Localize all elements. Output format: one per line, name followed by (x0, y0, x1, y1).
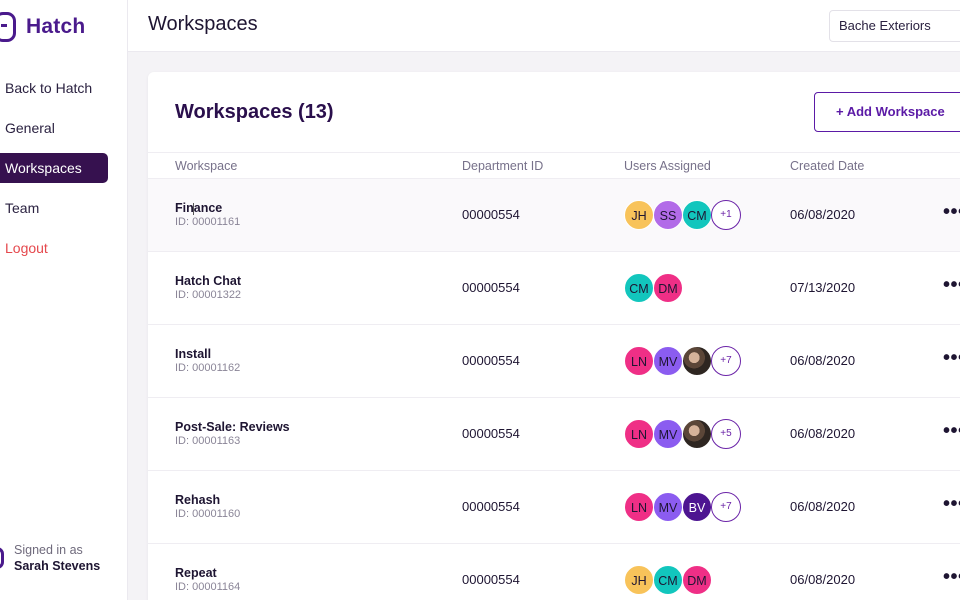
more-users-badge[interactable]: +7 (711, 346, 741, 376)
department-id: 00000554 (462, 426, 520, 441)
signed-in-label: Signed in as (14, 543, 83, 557)
user-photo-avatar (682, 346, 712, 376)
row-menu-icon[interactable]: ••• (943, 347, 960, 370)
table-row[interactable]: Hatch Chat ID: 00001322 00000554 CM DM 07/13/… (148, 252, 960, 325)
table-row[interactable]: Post-Sale: Reviews ID: 00001163 00000554 LN… (148, 398, 960, 471)
user-avatar: JH (624, 200, 654, 230)
user-avatar: LN (624, 419, 654, 449)
column-header-created-date[interactable]: Created Date (790, 159, 864, 173)
user-avatar: MV (653, 346, 683, 376)
sidebar-item-logout[interactable]: Logout (0, 233, 108, 263)
department-id: 00000554 (462, 572, 520, 587)
sidebar: Hatch Back to Hatch General Workspaces T… (0, 0, 128, 600)
created-date: 06/08/2020 (790, 207, 856, 222)
more-users-badge[interactable]: +7 (711, 492, 741, 522)
more-users-badge[interactable]: +5 (711, 419, 741, 449)
workspace-name[interactable]: Install (175, 347, 211, 361)
row-menu-icon[interactable]: ••• (943, 274, 960, 297)
top-bar: Workspaces Bache Exteriors (128, 0, 960, 52)
created-date: 06/08/2020 (790, 499, 856, 514)
user-avatar-icon (0, 547, 4, 569)
workspace-name[interactable]: Hatch Chat (175, 274, 241, 288)
column-header-department-id[interactable]: Department ID (462, 159, 543, 173)
row-menu-icon[interactable]: ••• (943, 201, 960, 224)
users-assigned: LN MV +7 (624, 346, 741, 376)
user-avatar: CM (682, 200, 712, 230)
workspace-id: ID: 00001162 (175, 362, 241, 374)
sidebar-item-team[interactable]: Team (0, 193, 108, 223)
department-id: 00000554 (462, 353, 520, 368)
table-row[interactable]: Repeat ID: 00001164 00000554 JH CM DM 06/08/20… (148, 544, 960, 600)
user-avatar: LN (624, 492, 654, 522)
department-id: 00000554 (462, 499, 520, 514)
users-assigned: CM DM (624, 273, 683, 303)
table-row[interactable]: Install ID: 00001162 00000554 LN MV +7 06/08/2… (148, 325, 960, 398)
sidebar-item-general[interactable]: General (0, 113, 108, 143)
workspace-id: ID: 00001160 (175, 508, 241, 520)
app-name: Hatch (26, 15, 86, 38)
sidebar-item-back-to-hatch[interactable]: Back to Hatch (0, 73, 108, 103)
users-assigned: JH CM DM (624, 565, 712, 595)
signed-in-user-name: Sarah Stevens (14, 559, 101, 573)
table-row[interactable]: Rehash ID: 00001160 00000554 LN MV BV +7 06/08/… (148, 471, 960, 544)
user-avatar: DM (653, 273, 683, 303)
row-menu-icon[interactable]: ••• (943, 493, 960, 516)
users-assigned: JH SS CM +1 (624, 200, 741, 230)
workspace-name[interactable]: Post-Sale: Reviews (175, 420, 290, 434)
hatch-logo[interactable]: Hatch (0, 12, 85, 42)
workspace-id: ID: 00001161 (175, 216, 241, 228)
row-menu-icon[interactable]: ••• (943, 566, 960, 589)
more-users-badge[interactable]: +1 (711, 200, 741, 230)
workspaces-heading: Workspaces (13) (175, 101, 334, 123)
column-header-workspace[interactable]: Workspace (175, 159, 237, 173)
users-assigned: LN MV BV +7 (624, 492, 741, 522)
workspace-name[interactable]: Repeat (175, 566, 217, 580)
created-date: 06/08/2020 (790, 572, 856, 587)
user-avatar: BV (682, 492, 712, 522)
user-avatar: MV (653, 492, 683, 522)
table-row[interactable]: Finance ID: 00001161 00000554 JH SS CM +1 06/08… (148, 179, 960, 252)
page-title: Workspaces (148, 13, 258, 35)
user-avatar: DM (682, 565, 712, 595)
user-avatar: MV (653, 419, 683, 449)
workspace-id: ID: 00001164 (175, 581, 241, 593)
user-avatar: JH (624, 565, 654, 595)
table-header: Workspace Department ID Users Assigned C… (148, 152, 960, 179)
created-date: 07/13/2020 (790, 280, 856, 295)
department-id: 00000554 (462, 207, 520, 222)
workspace-name[interactable]: Finance (175, 201, 222, 215)
user-avatar: CM (624, 273, 654, 303)
workspace-id: ID: 00001322 (175, 289, 242, 301)
text-cursor-icon (193, 203, 198, 215)
sidebar-nav: Back to Hatch General Workspaces Team Lo… (0, 73, 108, 273)
sidebar-item-workspaces[interactable]: Workspaces (0, 153, 108, 183)
user-avatar: SS (653, 200, 683, 230)
created-date: 06/08/2020 (790, 353, 856, 368)
organization-select[interactable]: Bache Exteriors (829, 10, 960, 42)
workspace-id: ID: 00001163 (175, 435, 241, 447)
workspaces-card: Workspaces (13) + Add Workspace Workspac… (148, 72, 960, 600)
user-avatar: CM (653, 565, 683, 595)
hatch-logo-icon (0, 12, 16, 42)
user-avatar: LN (624, 346, 654, 376)
column-header-users-assigned[interactable]: Users Assigned (624, 159, 711, 173)
row-menu-icon[interactable]: ••• (943, 420, 960, 443)
users-assigned: LN MV +5 (624, 419, 741, 449)
workspace-name[interactable]: Rehash (175, 493, 220, 507)
user-photo-avatar (682, 419, 712, 449)
department-id: 00000554 (462, 280, 520, 295)
add-workspace-button[interactable]: + Add Workspace (814, 92, 960, 132)
created-date: 06/08/2020 (790, 426, 856, 441)
